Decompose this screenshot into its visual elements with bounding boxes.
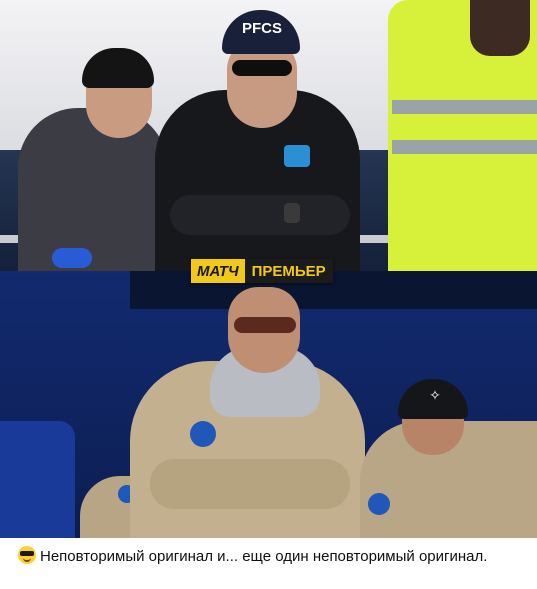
- caption-text: Неповторимый оригинал и... еще один непо…: [40, 548, 488, 565]
- post-caption: Неповторимый оригинал и... еще один непо…: [18, 546, 523, 567]
- reflective-stripe: [392, 140, 537, 154]
- crossed-arms: [170, 195, 350, 235]
- club-badge: [284, 145, 310, 167]
- glove: [52, 248, 92, 268]
- jacket: [18, 108, 168, 271]
- match-premier-logo: МАТЧ ПРЕМЬЕР: [191, 259, 333, 283]
- sunglasses: [232, 60, 292, 76]
- logo-part-match: МАТЧ: [191, 259, 245, 283]
- reflective-stripe: [392, 100, 537, 114]
- smiling-face-with-sunglasses-icon: [18, 546, 36, 564]
- wristwatch: [284, 203, 300, 223]
- photo-panel-bottom: ✧: [0, 271, 537, 538]
- crossed-arms: [150, 459, 350, 509]
- club-badge: [368, 493, 390, 515]
- logo-part-premier: ПРЕМЬЕР: [244, 259, 333, 283]
- bench-seat: [0, 421, 75, 538]
- cap-text: PFCS: [241, 20, 282, 37]
- post: PFCS ✧ МАТЧ ПРЕМЬЕР Неповторимый оригина…: [0, 0, 537, 589]
- hair: [470, 0, 530, 56]
- post-photo[interactable]: PFCS ✧ МАТЧ ПРЕМЬЕР: [0, 0, 537, 538]
- photo-panel-top: PFCS: [0, 0, 537, 271]
- club-badge: [190, 421, 216, 447]
- sunglasses: [234, 317, 296, 333]
- puma-logo-icon: ✧: [429, 387, 441, 403]
